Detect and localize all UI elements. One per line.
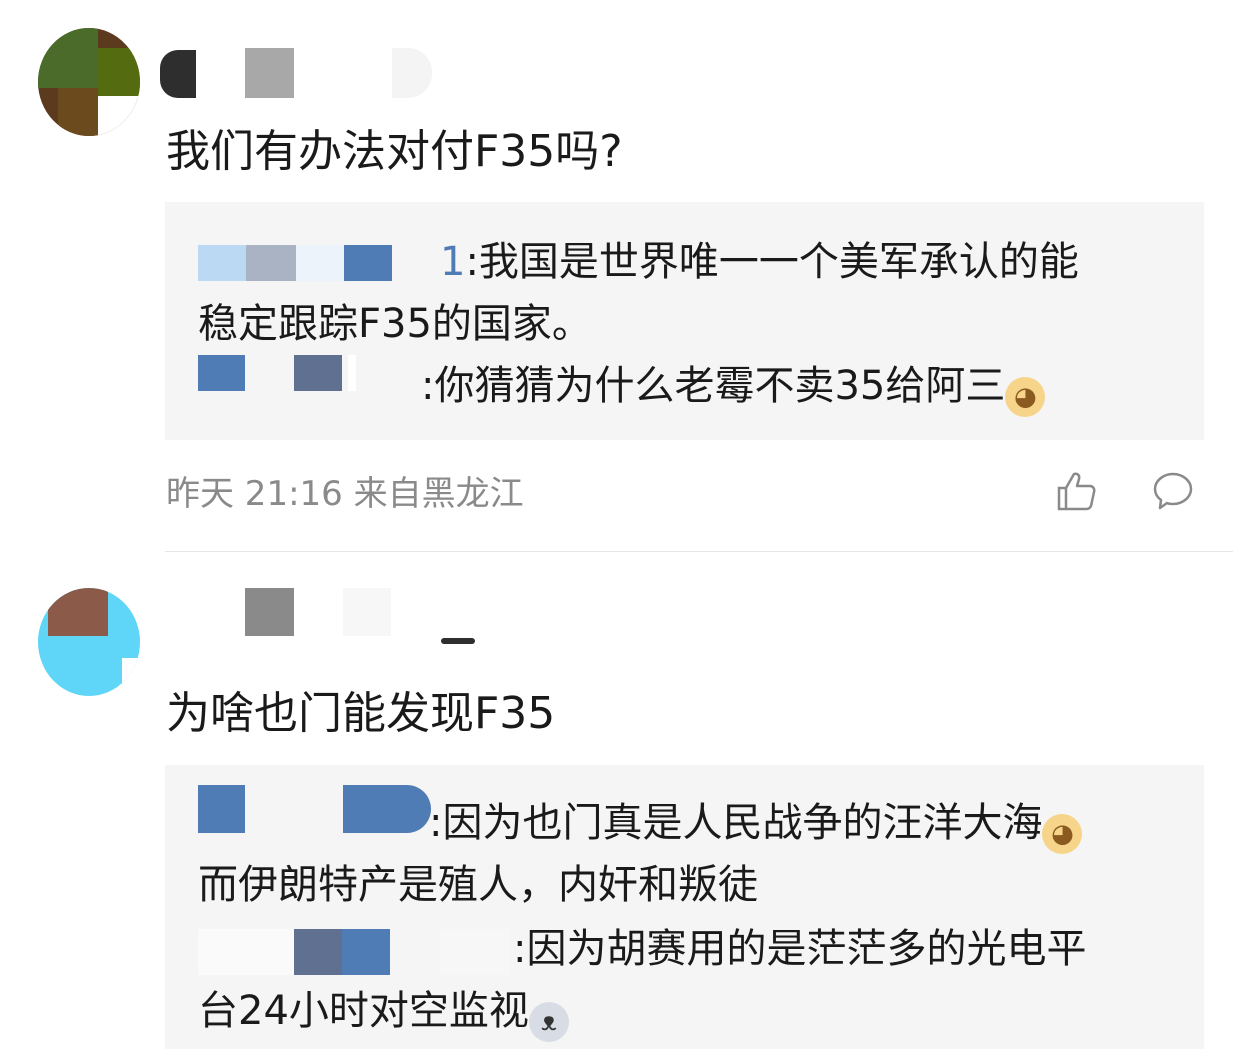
comment-feed: 我们有办法对付F35吗? 1:我国是世界唯一一个美军承认的能 稳定跟踪F35的国… [0, 0, 1233, 1049]
username-redacted[interactable] [160, 48, 440, 98]
thumbs-up-icon[interactable] [1055, 470, 1097, 512]
husky-emoji: ᴥ [528, 1002, 569, 1042]
comment-text: 我们有办法对付F35吗? [166, 126, 623, 177]
comment-text: 为啥也门能发现F35 [166, 688, 556, 739]
divider [165, 551, 1233, 552]
speech-bubble-icon[interactable] [1152, 470, 1194, 512]
timestamp: 昨天 21:16 [166, 474, 343, 514]
reply-username-redacted[interactable] [198, 355, 428, 405]
reply-name-tail: 1 [440, 239, 466, 285]
location: 来自黑龙江 [353, 474, 524, 514]
reply-username-redacted[interactable] [198, 785, 438, 835]
reply-text-continuation: 稳定跟踪F35的国家。 [198, 301, 592, 347]
reply-text-continuation: 而伊朗特产是殖人，内奸和叛徒 [198, 862, 758, 908]
doge-emoji: ◕ [1005, 377, 1046, 417]
reply-username-redacted[interactable] [198, 245, 448, 295]
reply-text: :你猜猜为什么老霉不卖35给阿三 ◕ [421, 362, 1046, 417]
comment-meta: 昨天 21:16 来自黑龙江 [166, 474, 524, 514]
reply-box[interactable]: 1:我国是世界唯一一个美军承认的能 稳定跟踪F35的国家。 :你猜猜为什么老霉不… [165, 202, 1204, 440]
reply-text: :因为也门真是人民战争的汪洋大海 ◕ [429, 799, 1083, 854]
avatar[interactable] [38, 28, 140, 136]
reply-username-redacted[interactable] [198, 929, 528, 979]
reply-box[interactable]: :因为也门真是人民战争的汪洋大海 ◕ 而伊朗特产是殖人，内奸和叛徒 :因为胡赛用的… [165, 765, 1204, 1049]
reply-text: 1:我国是世界唯一一个美军承认的能 [440, 239, 1079, 285]
reply-text: :因为胡赛用的是茫茫多的光电平 [513, 926, 1087, 972]
doge-emoji: ◕ [1042, 814, 1083, 854]
reply-text-continuation: 台24小时对空监视 ᴥ [198, 987, 569, 1042]
avatar[interactable] [38, 588, 140, 696]
username-redacted[interactable] [245, 588, 485, 644]
